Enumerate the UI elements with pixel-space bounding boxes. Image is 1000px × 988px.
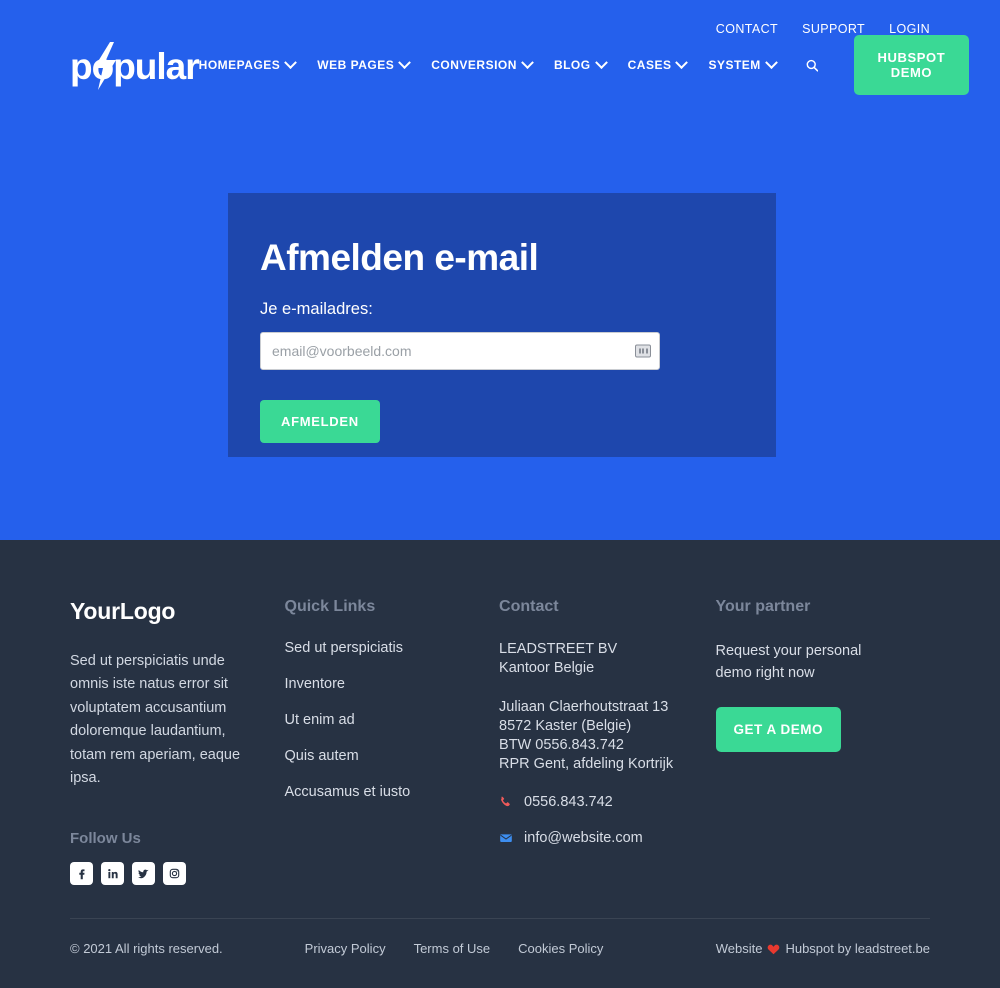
nav-item-web-pages[interactable]: WEB PAGES <box>317 55 412 72</box>
nav-item-label: BLOG <box>553 58 591 72</box>
contact-phone-row[interactable]: 0556.843.742 <box>499 794 715 810</box>
footer-quick-links-column: Quick Links Sed ut perspiciatis Inventor… <box>285 598 500 885</box>
quick-link-3[interactable]: Ut enim ad <box>285 712 500 728</box>
contact-address: Juliaan Claerhoutstraat 13 8572 Kaster (… <box>499 698 715 774</box>
address-vat: BTW 0556.843.742 <box>499 736 624 753</box>
logo-text: popular <box>70 45 200 87</box>
phone-icon <box>501 796 510 807</box>
credit-suffix: Hubspot by leadstreet.be <box>785 941 930 956</box>
chevron-down-icon <box>675 55 689 69</box>
nav-item-label: CONVERSION <box>431 58 517 72</box>
footer-logo: YourLogo <box>70 598 176 624</box>
quick-link-5[interactable]: Accusamus et iusto <box>285 784 500 800</box>
twitter-icon[interactable] <box>132 861 155 885</box>
nav-item-homepages[interactable]: HOMEPAGES <box>198 55 298 72</box>
envelope-icon <box>500 834 512 842</box>
search-icon[interactable] <box>806 56 819 75</box>
nav-item-label: CASES <box>627 58 672 72</box>
top-link-support[interactable]: SUPPORT <box>802 22 865 36</box>
site-logo[interactable]: popular <box>70 41 200 90</box>
get-a-demo-button[interactable]: GET A DEMO <box>715 706 842 752</box>
top-link-contact[interactable]: CONTACT <box>716 22 778 36</box>
chevron-down-icon <box>284 55 298 69</box>
contact-email: info@website.com <box>524 829 643 846</box>
credit-prefix: Website <box>715 941 763 956</box>
quick-link-1[interactable]: Sed ut perspiciatis <box>285 640 500 656</box>
linkedin-icon[interactable] <box>101 861 124 885</box>
company-office: Kantoor Belgie <box>499 659 595 676</box>
nav-item-label: WEB PAGES <box>317 58 395 72</box>
lightning-bolt-icon <box>94 41 116 90</box>
contact-email-row[interactable]: info@website.com <box>499 830 715 846</box>
chevron-down-icon <box>594 55 608 69</box>
footer-columns: YourLogo Sed ut perspiciatis unde omnis … <box>70 540 930 885</box>
partner-title: Your partner <box>715 598 811 615</box>
address-registry: RPR Gent, afdeling Kortrijk <box>499 755 674 772</box>
chevron-down-icon <box>521 55 534 69</box>
privacy-policy-link[interactable]: Privacy Policy <box>305 941 386 956</box>
card-title: Afmelden e-mail <box>260 237 539 278</box>
page-footer: YourLogo Sed ut perspiciatis unde omnis … <box>0 540 1000 988</box>
heart-icon <box>768 944 780 954</box>
terms-of-use-link[interactable]: Terms of Use <box>414 941 491 956</box>
copyright-text: © 2021 All rights reserved. <box>70 941 223 956</box>
legal-links: Privacy Policy Terms of Use Cookies Poli… <box>305 941 604 956</box>
email-input[interactable] <box>260 332 660 370</box>
follow-us-section: Follow Us <box>70 830 285 885</box>
nav-item-label: SYSTEM <box>708 58 761 72</box>
primary-nav: HOMEPAGES WEB PAGES CONVERSION BLOG CASE… <box>199 35 969 95</box>
footer-bottom-bar: © 2021 All rights reserved. Privacy Poli… <box>70 918 930 956</box>
top-link-login[interactable]: LOGIN <box>889 22 930 36</box>
autofill-icon[interactable] <box>635 344 651 358</box>
footer-partner-column: Your partner Request your personal demo … <box>715 598 931 885</box>
nav-item-system[interactable]: SYSTEM <box>708 55 778 72</box>
cookies-policy-link[interactable]: Cookies Policy <box>518 941 603 956</box>
afmelden-submit-button[interactable]: AFMELDEN <box>260 400 380 443</box>
site-credit: Website Hubspot by leadstreet.be <box>716 941 930 956</box>
footer-brand-description: Sed ut perspiciatis unde omnis iste natu… <box>70 653 241 787</box>
company-name: LEADSTREET BV <box>499 641 618 657</box>
footer-contact-column: Contact LEADSTREET BV Kantoor Belgie Jul… <box>499 598 715 885</box>
address-street: Juliaan Claerhoutstraat 13 <box>499 698 669 715</box>
unsubscribe-card: Afmelden e-mail Je e-mailadres: AFMELDEN <box>228 193 776 457</box>
social-links <box>70 861 285 885</box>
footer-brand-column: YourLogo Sed ut perspiciatis unde omnis … <box>70 598 285 885</box>
instagram-icon[interactable] <box>163 861 186 885</box>
facebook-icon[interactable] <box>70 861 93 885</box>
contact-title: Contact <box>499 598 559 615</box>
nav-item-label: HOMEPAGES <box>198 58 281 72</box>
chevron-down-icon <box>764 55 778 69</box>
quick-link-4[interactable]: Quis autem <box>285 748 500 764</box>
quick-links-title: Quick Links <box>284 598 376 615</box>
page-header: CONTACT SUPPORT LOGIN popular HOMEPAGES … <box>0 0 1000 540</box>
main-navigation-bar: popular HOMEPAGES WEB PAGES CONVERSION B… <box>0 30 1000 100</box>
partner-text: Request your personal demo right now <box>715 643 862 682</box>
email-input-wrapper <box>260 332 660 370</box>
email-field-label: Je e-mailadres: <box>260 300 373 318</box>
nav-item-conversion[interactable]: CONVERSION <box>431 55 534 72</box>
address-city: 8572 Kaster (Belgie) <box>499 717 632 734</box>
contact-phone: 0556.843.742 <box>524 793 613 810</box>
nav-item-cases[interactable]: CASES <box>627 55 689 72</box>
chevron-down-icon <box>398 55 412 69</box>
hubspot-demo-button[interactable]: HUBSPOT DEMO <box>854 35 969 95</box>
follow-us-title: Follow Us <box>70 829 141 847</box>
quick-link-2[interactable]: Inventore <box>285 676 500 692</box>
contact-company: LEADSTREET BV Kantoor Belgie <box>499 640 715 678</box>
nav-item-blog[interactable]: BLOG <box>553 55 608 72</box>
